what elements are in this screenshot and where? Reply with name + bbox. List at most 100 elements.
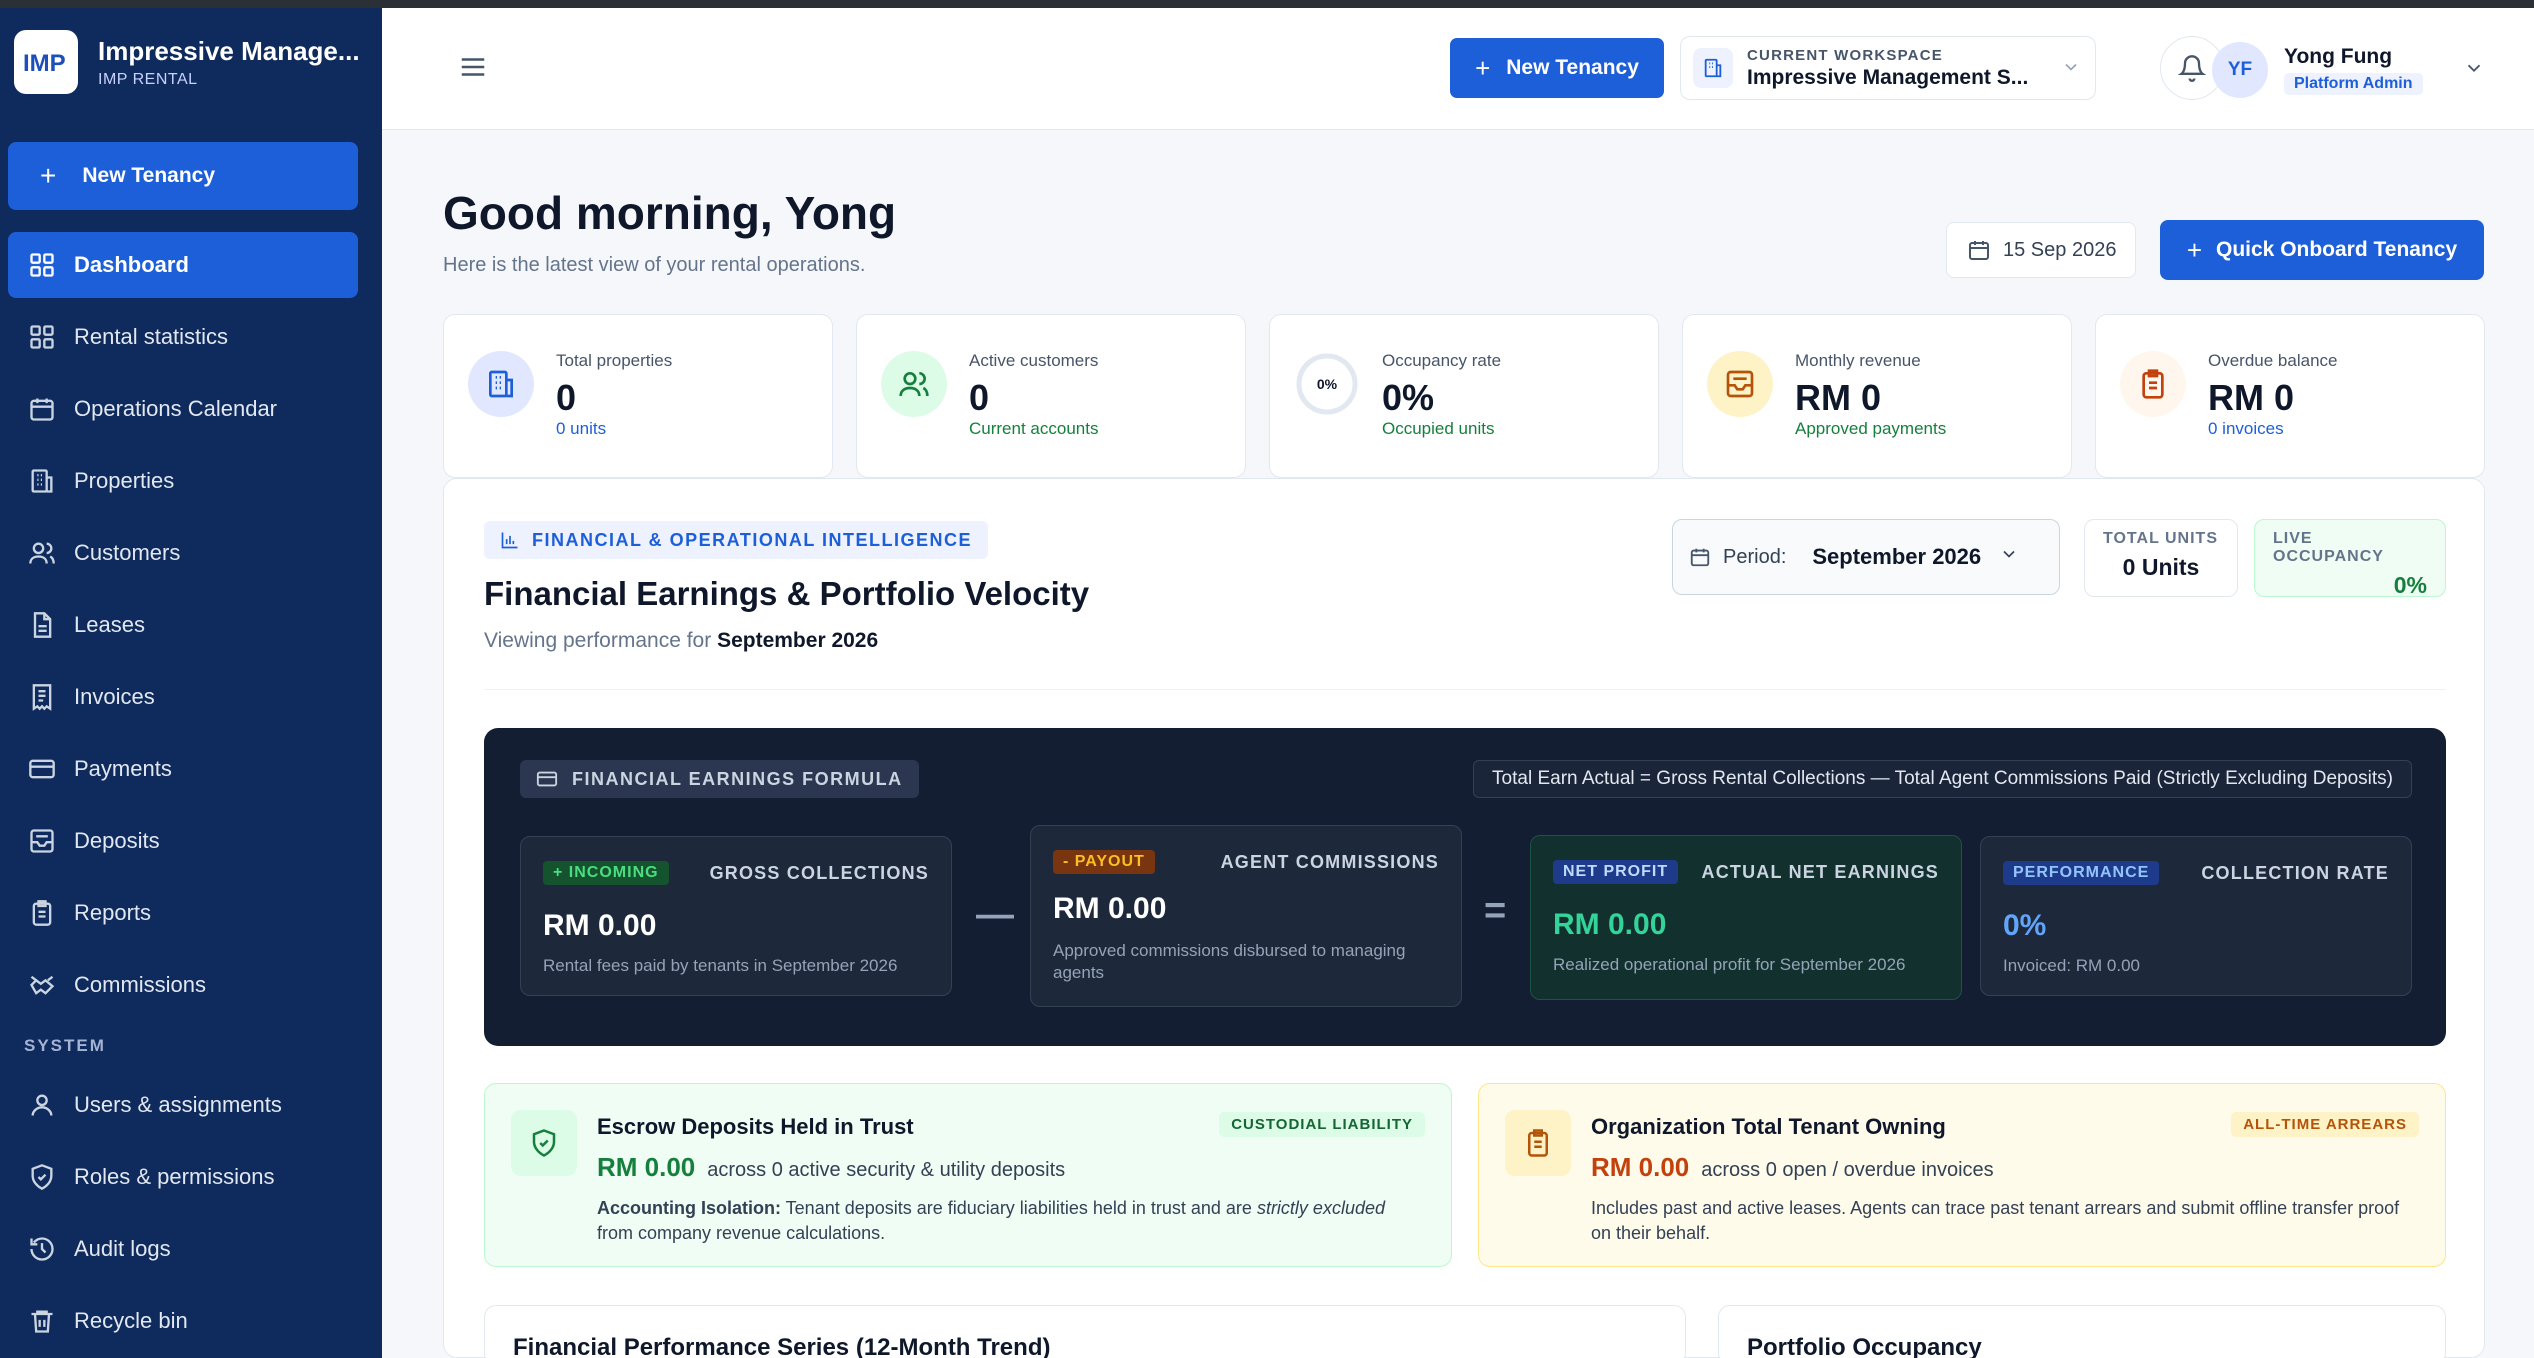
calendar-icon: [30, 398, 54, 421]
escrow-amount: RM 0.00 across 0 active security & utilit…: [597, 1152, 1066, 1182]
sidebar-item-dashboard[interactable]: Dashboard: [8, 232, 358, 298]
card-icon: [536, 771, 558, 787]
inbox-icon: [30, 829, 54, 853]
stat-label: Monthly revenue: [1795, 351, 1921, 370]
handshake-icon: [30, 975, 55, 995]
section-badge: FINANCIAL & OPERATIONAL INTELLIGENCE: [484, 521, 989, 559]
bar-chart-icon: [501, 532, 518, 549]
sidebar-item-recycle-bin[interactable]: Recycle bin: [8, 1288, 358, 1354]
sidebar-item-invoices[interactable]: Invoices: [8, 664, 358, 730]
card-icon: [29, 759, 55, 779]
stat-card-monthly-revenue[interactable]: Monthly revenue RM 0 Approved payments: [1682, 314, 2072, 478]
document-icon: [33, 612, 52, 638]
quick-onboard-button[interactable]: + Quick Onboard Tenancy: [2160, 220, 2484, 280]
trash-icon: [31, 1310, 53, 1333]
clipboard-icon: [2120, 351, 2186, 417]
user-role-badge: Platform Admin: [2284, 73, 2423, 95]
sidebar-item-leases[interactable]: Leases: [8, 592, 358, 658]
svg-text:0%: 0%: [1317, 376, 1338, 392]
stat-label: Occupancy rate: [1382, 351, 1502, 370]
stat-value: RM 0: [2208, 377, 2295, 418]
gross-collections-card: + INCOMING GROSS COLLECTIONS RM 0.00 Ren…: [520, 836, 952, 996]
financial-trend-title: Financial Performance Series (12-Month T…: [513, 1334, 1051, 1358]
owning-amount: RM 0.00 across 0 open / overdue invoices: [1591, 1152, 1994, 1182]
stat-card-occupancy-rate[interactable]: 0% Occupancy rate 0% Occupied units: [1269, 314, 1659, 478]
financial-trend-card: Financial Performance Series (12-Month T…: [484, 1305, 1686, 1358]
building-icon: [31, 469, 53, 493]
section-subtitle: Viewing performance for September 2026: [484, 629, 879, 652]
avatar: YF: [2212, 42, 2268, 98]
equals-operator: =: [1484, 890, 1507, 932]
stat-value: 0: [556, 377, 577, 418]
brand[interactable]: IMP Impressive Manage... IMP RENTAL: [14, 30, 360, 94]
stat-label: Total properties: [556, 351, 673, 370]
stat-sub: Approved payments: [1795, 419, 1947, 438]
date-picker-button[interactable]: 15 Sep 2026: [1946, 222, 2136, 278]
section-title: Financial Earnings & Portfolio Velocity: [484, 575, 1090, 612]
net-earnings-card: NET PROFIT ACTUAL NET EARNINGS RM 0.00 R…: [1530, 835, 1962, 1000]
sidebar-item-audit-logs[interactable]: Audit logs: [8, 1216, 358, 1282]
receipt-icon: [32, 684, 52, 711]
escrow-tag: CUSTODIAL LIABILITY: [1219, 1112, 1425, 1137]
sidebar-item-deposits[interactable]: Deposits: [8, 808, 358, 874]
stat-sub: Current accounts: [969, 419, 1099, 438]
sidebar: IMP Impressive Manage... IMP RENTAL + Ne…: [0, 8, 382, 1358]
sidebar-item-rental-statistics[interactable]: Rental statistics: [8, 304, 358, 370]
brand-subtitle: IMP RENTAL: [98, 70, 198, 88]
owning-title: Organization Total Tenant Owning: [1591, 1114, 1946, 1139]
user-icon: [31, 1094, 53, 1116]
sidebar-item-reports[interactable]: Reports: [8, 880, 358, 946]
formula-equation: Total Earn Actual = Gross Rental Collect…: [1473, 760, 2412, 798]
chevron-down-icon: [2061, 57, 2081, 82]
workspace-selector[interactable]: CURRENT WORKSPACE Impressive Management …: [1680, 36, 2096, 100]
stat-value: RM 0: [1795, 377, 1882, 418]
chevron-down-icon: [1999, 544, 2031, 570]
menu-toggle-icon[interactable]: [458, 52, 488, 87]
stat-card-active-customers[interactable]: Active customers 0 Current accounts: [856, 314, 1246, 478]
topbar-new-tenancy-button[interactable]: + New Tenancy: [1450, 38, 1664, 98]
workspace-label: CURRENT WORKSPACE: [1747, 46, 1943, 64]
page-subtitle: Here is the latest view of your rental o…: [443, 254, 866, 276]
brand-title: Impressive Manage...: [98, 35, 360, 66]
sidebar-item-users-assignments[interactable]: Users & assignments: [8, 1072, 358, 1138]
live-occupancy-badge: LIVE OCCUPANCY 0%: [2254, 519, 2446, 598]
shield-icon: [31, 1164, 53, 1190]
stat-sub: Occupied units: [1382, 419, 1495, 438]
period-select[interactable]: Period: September 2026: [1672, 519, 2060, 595]
divider: [484, 689, 2446, 690]
svg-text:IMP: IMP: [23, 50, 66, 77]
plus-icon: +: [1475, 52, 1491, 83]
sidebar-item-roles-permissions[interactable]: Roles & permissions: [8, 1144, 358, 1210]
inbox-icon: [1707, 351, 1773, 417]
stat-sub: 0 invoices: [2208, 419, 2284, 438]
owning-description: Includes past and active leases. Agents …: [1591, 1198, 2400, 1243]
sidebar-section-system: SYSTEM: [24, 1036, 106, 1055]
plus-icon: +: [2186, 234, 2202, 265]
users-icon: [881, 351, 947, 417]
sidebar-item-payments[interactable]: Payments: [8, 736, 358, 802]
building-icon: [468, 351, 534, 417]
stat-label: Active customers: [969, 351, 1099, 370]
building-icon: [1693, 48, 1733, 88]
sidebar-item-customers[interactable]: Customers: [8, 520, 358, 586]
portfolio-occupancy-card: Portfolio Occupancy: [1718, 1305, 2446, 1358]
stat-card-overdue-balance[interactable]: Overdue balance RM 0 0 invoices: [2095, 314, 2485, 478]
sidebar-item-properties[interactable]: Properties: [8, 448, 358, 514]
workspace-value: Impressive Management S...: [1747, 65, 2029, 89]
sidebar-item-commissions[interactable]: Commissions: [8, 952, 358, 1018]
agent-commissions-card: - PAYOUT AGENT COMMISSIONS RM 0.00 Appro…: [1030, 825, 1462, 1007]
user-menu[interactable]: YF Yong Fung Platform Admin: [2212, 42, 2485, 98]
portfolio-occupancy-title: Portfolio Occupancy: [1747, 1334, 1982, 1358]
chevron-down-icon: [2463, 57, 2485, 84]
owning-tag: ALL-TIME ARREARS: [2231, 1112, 2419, 1137]
top-bar: + New Tenancy CURRENT WORKSPACE Impressi…: [382, 8, 2534, 130]
sidebar-item-operations-calendar[interactable]: Operations Calendar: [8, 376, 358, 442]
sidebar-new-tenancy-button[interactable]: + New Tenancy: [8, 142, 358, 210]
plus-icon: +: [40, 160, 57, 191]
stat-card-total-properties[interactable]: Total properties 0 0 units: [443, 314, 833, 478]
formula-badge: FINANCIAL EARNINGS FORMULA: [520, 760, 919, 798]
clipboard-icon: [1505, 1110, 1571, 1176]
shield-icon: [511, 1110, 577, 1176]
user-name: Yong Fung: [2284, 45, 2393, 68]
tenant-owning-card: Organization Total Tenant Owning ALL-TIM…: [1478, 1083, 2446, 1267]
